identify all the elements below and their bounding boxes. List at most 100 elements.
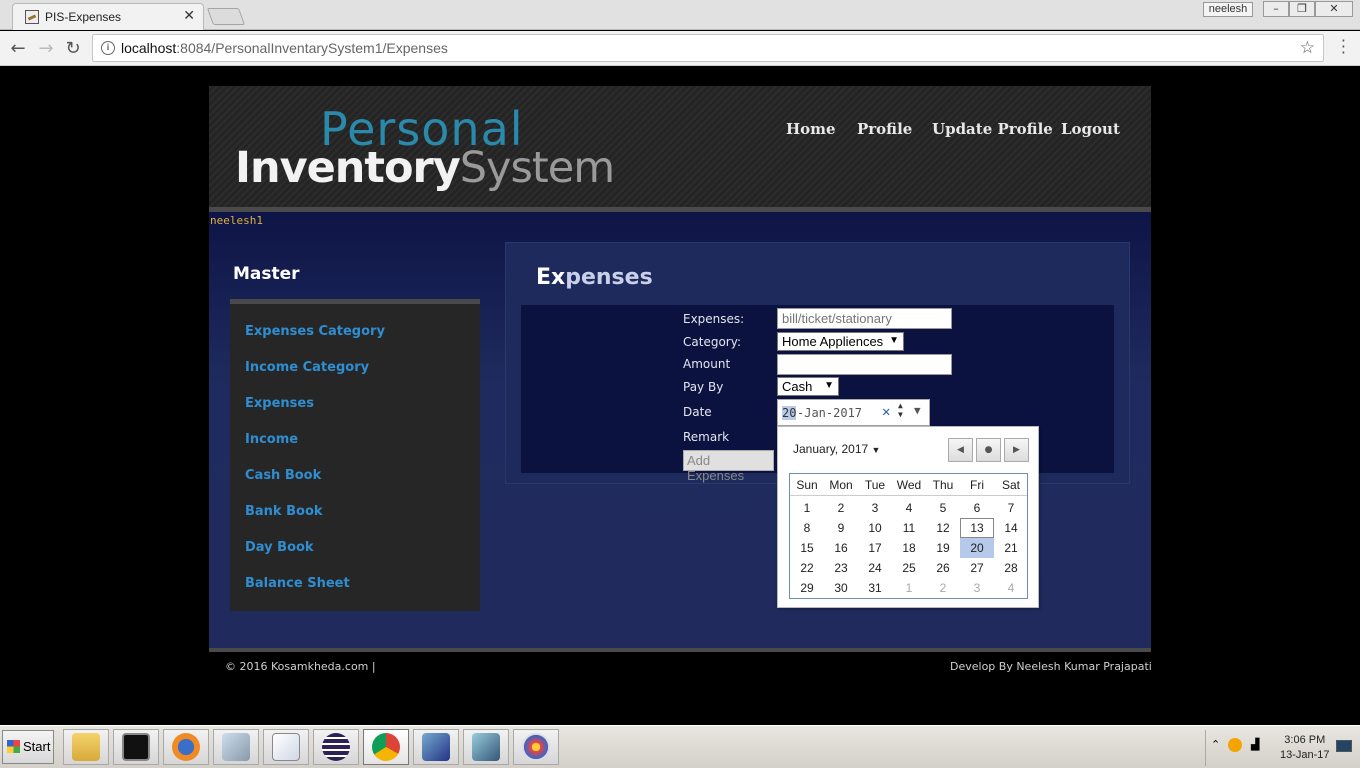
tray-clock[interactable]: 3:06 PM 13-Jan-17 <box>1280 733 1330 763</box>
calendar-day[interactable]: 31 <box>858 578 892 598</box>
calendar-weekday: Thu <box>932 478 954 492</box>
calendar-day[interactable]: 10 <box>858 518 892 538</box>
date-dropdown-icon[interactable]: ▼ <box>914 404 921 417</box>
taskbar-app8[interactable] <box>413 729 459 765</box>
tray-app-icon[interactable] <box>1228 738 1242 752</box>
calendar-day[interactable]: 3 <box>960 578 994 598</box>
calendar-day[interactable]: 13 <box>960 518 994 538</box>
calendar-day[interactable]: 3 <box>858 498 892 518</box>
start-button[interactable]: Start <box>2 730 54 764</box>
sidebar-item-expenses[interactable]: Expenses <box>245 396 314 411</box>
calendar-day[interactable]: 27 <box>960 558 994 578</box>
folder-icon <box>72 733 100 761</box>
chevron-down-icon: ▼ <box>871 445 881 455</box>
address-bar[interactable]: i localhost:8084/PersonalInventarySystem… <box>92 34 1324 62</box>
restore-icon[interactable]: ❐ <box>1289 1 1315 17</box>
taskbar-cmd[interactable] <box>113 729 159 765</box>
next-month-button[interactable]: ▶ <box>1004 438 1029 462</box>
calendar-day[interactable]: 5 <box>926 498 960 518</box>
clear-date-icon[interactable]: ✕ <box>882 404 890 420</box>
add-expenses-button[interactable]: Add Expenses <box>683 450 774 483</box>
calendar-day[interactable]: 24 <box>858 558 892 578</box>
taskbar-chrome[interactable] <box>363 729 409 765</box>
date-picker-popup: January, 2017 ▼ ◀ ● ▶ Sun Mon Tue Wed Thu Fri… <box>777 426 1039 608</box>
sidebar-item-income[interactable]: Income <box>245 432 298 447</box>
calendar-day[interactable]: 12 <box>926 518 960 538</box>
calendar-day[interactable]: 28 <box>994 558 1028 578</box>
calendar-day[interactable]: 18 <box>892 538 926 558</box>
nav-home[interactable]: Home <box>786 120 836 138</box>
close-window-icon[interactable]: ✕ <box>1315 1 1353 17</box>
today-button[interactable]: ● <box>976 438 1001 462</box>
sidebar-item-bank-book[interactable]: Bank Book <box>245 504 323 519</box>
back-arrow-icon[interactable]: ← <box>8 38 28 59</box>
url-text[interactable]: localhost:8084/PersonalInventarySystem1/… <box>121 40 448 56</box>
sidebar-item-cash-book[interactable]: Cash Book <box>245 468 321 483</box>
calendar-day[interactable]: 8 <box>790 518 824 538</box>
prev-month-button[interactable]: ◀ <box>948 438 973 462</box>
calendar-day[interactable]: 2 <box>824 498 858 518</box>
sidebar-item-day-book[interactable]: Day Book <box>245 540 314 555</box>
calendar-day[interactable]: 11 <box>892 518 926 538</box>
calendar-day[interactable]: 4 <box>994 578 1028 598</box>
calendar-day[interactable]: 9 <box>824 518 858 538</box>
calendar-header-divider <box>790 495 1027 496</box>
bookmark-star-icon[interactable]: ☆ <box>1300 38 1315 58</box>
calendar-day[interactable]: 2 <box>926 578 960 598</box>
sidebar-item-expenses-category[interactable]: Expenses Category <box>245 324 385 339</box>
taskbar-explorer[interactable] <box>63 729 109 765</box>
reload-icon[interactable]: ↻ <box>63 38 83 59</box>
date-input[interactable]: 20 -Jan-2017 ✕ ▲ ▼ ▼ <box>777 399 930 426</box>
calendar-day[interactable]: 29 <box>790 578 824 598</box>
calendar-day[interactable]: 20 <box>960 538 994 558</box>
sidebar-item-balance-sheet[interactable]: Balance Sheet <box>245 576 350 591</box>
calendar-day[interactable]: 7 <box>994 498 1028 518</box>
calendar-day[interactable]: 26 <box>926 558 960 578</box>
sidebar-item-income-category[interactable]: Income Category <box>245 360 369 375</box>
taskbar-eclipse[interactable] <box>313 729 359 765</box>
pay-by-select[interactable]: Cash ▼ <box>777 377 839 396</box>
nav-logout[interactable]: Logout <box>1061 120 1120 138</box>
taskbar-virtualbox[interactable] <box>463 729 509 765</box>
date-day-segment[interactable]: 20 <box>782 406 797 420</box>
info-icon[interactable]: i <box>101 41 115 55</box>
logo-inventory-system: InventorySystem <box>235 143 615 193</box>
calendar-day[interactable]: 6 <box>960 498 994 518</box>
tab-close-icon[interactable]: ✕ <box>183 8 195 24</box>
date-spinner-icon[interactable]: ▲ ▼ <box>898 401 903 419</box>
desktop-icon[interactable] <box>1336 740 1352 752</box>
calendar-day[interactable]: 1 <box>790 498 824 518</box>
forward-arrow-icon[interactable]: → <box>36 38 56 59</box>
date-rest-segment[interactable]: -Jan-2017 <box>797 406 862 420</box>
calendar-day[interactable]: 15 <box>790 538 824 558</box>
calendar-day[interactable]: 16 <box>824 538 858 558</box>
calendar-weekday: Mon <box>829 478 853 492</box>
calendar-month-selector[interactable]: January, 2017 ▼ <box>793 442 880 456</box>
nav-update-profile[interactable]: Update Profile <box>932 120 1053 138</box>
calendar-day[interactable]: 19 <box>926 538 960 558</box>
nav-profile[interactable]: Profile <box>857 120 912 138</box>
calendar-day[interactable]: 22 <box>790 558 824 578</box>
taskbar-app4[interactable] <box>213 729 259 765</box>
tray-expand-icon[interactable]: ⌃ <box>1211 738 1220 751</box>
taskbar-paint[interactable] <box>513 729 559 765</box>
taskbar-firefox[interactable] <box>163 729 209 765</box>
new-tab-button[interactable] <box>206 8 246 25</box>
browser-menu-icon[interactable]: · · · <box>1341 33 1346 61</box>
profile-badge[interactable]: neelesh <box>1203 2 1253 17</box>
amount-input[interactable] <box>777 354 952 375</box>
minimize-icon[interactable]: – <box>1263 1 1289 17</box>
calendar-day[interactable]: 21 <box>994 538 1028 558</box>
calendar-day[interactable]: 25 <box>892 558 926 578</box>
category-select[interactable]: Home Appliences ▼ <box>777 332 904 351</box>
calendar-day[interactable]: 23 <box>824 558 858 578</box>
expenses-input[interactable] <box>777 308 952 329</box>
network-icon[interactable]: ▟ <box>1251 738 1259 751</box>
calendar-day[interactable]: 30 <box>824 578 858 598</box>
browser-tab[interactable]: PIS-Expenses ✕ <box>12 3 204 30</box>
taskbar-notepad[interactable] <box>263 729 309 765</box>
calendar-day[interactable]: 17 <box>858 538 892 558</box>
calendar-day[interactable]: 1 <box>892 578 926 598</box>
calendar-day[interactable]: 4 <box>892 498 926 518</box>
calendar-day[interactable]: 14 <box>994 518 1028 538</box>
